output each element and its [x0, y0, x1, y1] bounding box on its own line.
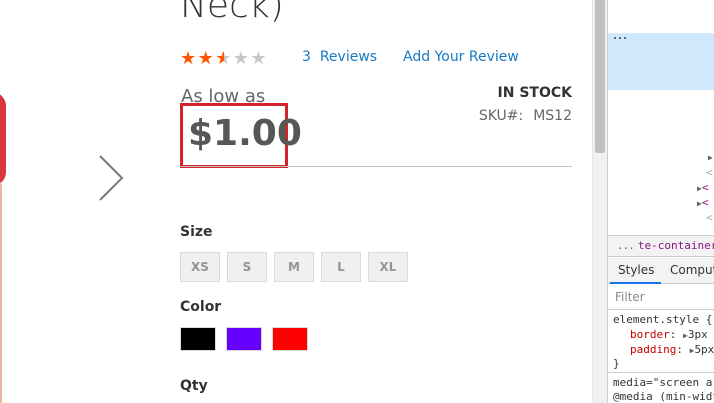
star-icon: ★ [197, 48, 214, 69]
product-title: Neck) [180, 0, 284, 26]
product-image [0, 0, 10, 403]
media-query: @media (min-widt [613, 390, 714, 403]
devtools-tabs: Styles Computed [608, 258, 714, 284]
media-attribute: media="screen ar [613, 376, 714, 389]
element-style-selector: element.style { [613, 313, 713, 326]
tab-computed[interactable]: Computed [670, 258, 714, 284]
price: $1.00 [188, 113, 302, 154]
sku-value: MS12 [533, 108, 572, 124]
chevron-right-icon [99, 155, 124, 201]
color-label: Color [180, 299, 222, 315]
dom-node[interactable]: ▶< [697, 196, 708, 211]
star-icon: ★ [232, 48, 249, 69]
style-prop-padding[interactable]: padding: ▶5px [630, 342, 714, 358]
dom-node[interactable]: ▶< [697, 181, 708, 196]
size-swatch-xl[interactable]: XL [368, 252, 408, 282]
page-scrollbar-thumb[interactable] [595, 0, 605, 153]
size-label: Size [180, 224, 213, 240]
breadcrumb-more[interactable]: ... [608, 239, 635, 252]
add-review-link[interactable]: Add Your Review [403, 49, 519, 65]
style-prop-border[interactable]: border: ▶3px [630, 327, 708, 343]
dom-node-expand-icon[interactable]: ▶ [708, 150, 713, 165]
tab-styles[interactable]: Styles [610, 258, 661, 284]
styles-filter-input[interactable]: Filter [608, 285, 714, 310]
size-swatch-m[interactable]: M [274, 252, 314, 282]
gallery-next-button[interactable] [96, 154, 126, 202]
sku-label: SKU#: [478, 108, 524, 124]
reviews-count: 3 [302, 49, 311, 65]
breadcrumb-item[interactable]: te-container.pr [638, 239, 714, 252]
dom-breadcrumb: ...te-container.pr [608, 235, 714, 257]
stock-status: IN STOCK [497, 85, 572, 101]
price-divider [180, 166, 572, 167]
product-image-arm [0, 180, 2, 403]
dom-node[interactable]: < [706, 166, 713, 180]
star-icon: ★ [180, 48, 197, 69]
size-swatch-l[interactable]: L [321, 252, 361, 282]
sku: SKU#: MS12 [479, 108, 572, 124]
star-icon: ★ [250, 48, 267, 69]
devtools-panel: ... ▶ < ▶< ▶< < ...te-container.pr Style… [607, 0, 714, 403]
reviews-link[interactable]: 3 Reviews [302, 49, 377, 65]
dom-node[interactable]: < [706, 211, 713, 225]
qty-label: Qty [180, 378, 208, 394]
color-swatch-black[interactable] [180, 327, 216, 351]
rule-divider [608, 372, 714, 373]
product-image-shirt [0, 92, 6, 186]
rating-stars: ★ ★ ★ ★ ★ [180, 50, 268, 68]
color-swatch-purple[interactable] [226, 327, 262, 351]
size-swatch-s[interactable]: S [227, 252, 267, 282]
reviews-label: Reviews [319, 49, 378, 65]
dom-node-ellipsis[interactable]: ... [612, 31, 628, 42]
color-swatch-red[interactable] [272, 327, 308, 351]
size-swatch-xs[interactable]: XS [180, 252, 220, 282]
rule-close-brace: } [613, 357, 620, 370]
star-icon: ★ [215, 48, 232, 69]
